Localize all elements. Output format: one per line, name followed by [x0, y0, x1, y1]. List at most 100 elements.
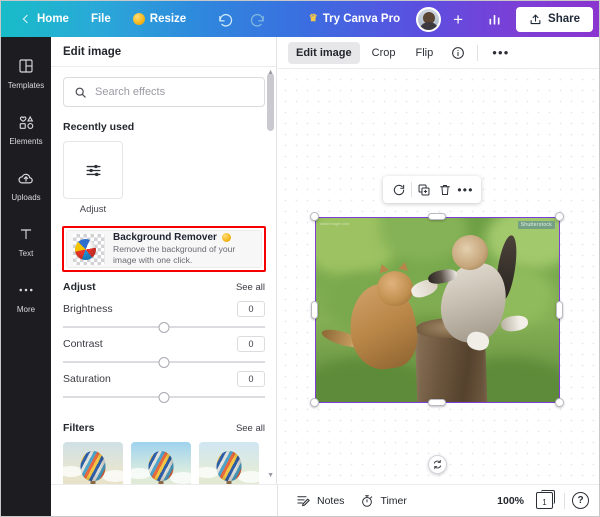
redo-button[interactable] — [247, 9, 267, 29]
slider-contrast-track[interactable] — [63, 355, 265, 369]
try-canva-pro-button[interactable]: ♛ Try Canva Pro — [299, 7, 410, 31]
pages-icon[interactable]: 1 — [536, 490, 555, 509]
scroll-down-arrow-icon[interactable]: ▼ — [267, 472, 274, 479]
scroll-up-arrow-icon[interactable]: ▲ — [267, 69, 274, 76]
panel-scrollbar[interactable] — [267, 73, 274, 131]
kitten-photo[interactable]: www.image.com Shutterstock — [316, 218, 559, 402]
sidebar-item-label: Templates — [7, 81, 45, 90]
sidebar-item-elements[interactable]: Elements — [1, 101, 51, 157]
duplicate-button[interactable] — [415, 183, 433, 197]
cloud-shape — [102, 470, 123, 482]
timer-clock-icon — [362, 494, 373, 507]
timer-button[interactable]: Timer — [352, 494, 414, 508]
design-stage[interactable]: ••• www.image.com Shutterstock — [278, 69, 599, 516]
search-effects-field[interactable]: Search effects — [63, 77, 265, 107]
left-rail: Templates Elements Uploads Text More — [1, 37, 51, 516]
slider-contrast-label: Contrast — [63, 338, 103, 350]
watermark: Shutterstock — [517, 221, 555, 229]
slider-saturation-track[interactable] — [63, 390, 265, 404]
canvas-area: Edit image Crop Flip ••• ••• www.image.c… — [278, 37, 599, 516]
redo-icon — [250, 13, 264, 27]
zoom-level[interactable]: 100% — [485, 495, 536, 507]
slider-contrast[interactable]: Contrast 0 — [63, 336, 265, 369]
page-number: 1 — [542, 498, 547, 507]
sidebar-item-more[interactable]: More — [1, 269, 51, 325]
header-left-group: Home File Resize — [13, 8, 267, 30]
account-group: + — [410, 6, 477, 32]
rotate-refresh-button[interactable] — [390, 183, 408, 197]
slider-saturation-knob[interactable] — [158, 392, 170, 403]
slider-brightness-value[interactable]: 0 — [237, 301, 265, 317]
sidebar-item-uploads[interactable]: Uploads — [1, 157, 51, 213]
avatar[interactable] — [416, 6, 442, 32]
add-member-button[interactable]: + — [447, 11, 469, 28]
slider-brightness-knob[interactable] — [158, 322, 170, 333]
object-more-button[interactable]: ••• — [457, 184, 475, 196]
rotate-handle[interactable] — [428, 455, 447, 474]
info-button[interactable] — [445, 43, 471, 63]
delete-button[interactable] — [436, 183, 454, 197]
canva-editor-window: Home File Resize ♛ Try Canva Pro + Share… — [0, 0, 600, 517]
slider-brightness-track[interactable] — [63, 320, 265, 334]
help-button[interactable]: ? — [572, 492, 589, 509]
kitten-left-head — [376, 271, 414, 307]
templates-icon — [18, 56, 34, 76]
bottom-bar-right: 100% 1 ? — [485, 490, 589, 509]
resize-handle-bottom-right[interactable] — [555, 398, 564, 407]
rotate-handle-icon — [433, 459, 442, 470]
object-toolbar: ••• — [383, 176, 481, 203]
toolbar-divider — [410, 182, 412, 197]
kitten-right-ear — [474, 224, 484, 226]
bottom-status-bar: Notes Timer 100% 1 ? — [278, 484, 599, 516]
tab-crop[interactable]: Crop — [364, 42, 404, 64]
resize-handle-top-right[interactable] — [555, 212, 564, 221]
duplicate-icon — [418, 184, 429, 195]
info-circle-icon — [452, 46, 465, 59]
header-right-group: ♛ Try Canva Pro + Share — [299, 6, 593, 32]
rotate-refresh-icon — [393, 184, 404, 195]
adjust-see-all[interactable]: See all — [236, 282, 265, 293]
context-more-button[interactable]: ••• — [484, 46, 517, 59]
resize-handle-top-center[interactable] — [428, 213, 446, 220]
timer-label: Timer — [380, 494, 407, 507]
file-menu-button[interactable]: File — [80, 8, 122, 30]
context-toolbar: Edit image Crop Flip ••• — [278, 37, 599, 69]
sidebar-item-templates[interactable]: Templates — [1, 45, 51, 101]
recently-used-adjust-tile[interactable] — [63, 141, 123, 199]
resize-handle-right-center[interactable] — [556, 301, 563, 319]
undo-button[interactable] — [215, 9, 235, 29]
resize-handle-bottom-center[interactable] — [428, 399, 446, 406]
slider-saturation-value[interactable]: 0 — [237, 371, 265, 387]
sidebar-item-text[interactable]: Text — [1, 213, 51, 269]
slider-saturation[interactable]: Saturation 0 — [63, 371, 265, 404]
background-remover-card[interactable]: Background Remover Remove the background… — [66, 230, 262, 268]
sliders-icon — [85, 164, 101, 176]
home-label: Home — [37, 13, 69, 25]
resize-handle-left-center[interactable] — [311, 301, 318, 319]
stats-button[interactable] — [477, 12, 512, 27]
text-t-icon — [18, 224, 34, 244]
slider-brightness[interactable]: Brightness 0 — [63, 301, 265, 334]
background-remover-texts: Background Remover Remove the background… — [113, 232, 255, 266]
tab-edit-image[interactable]: Edit image — [288, 41, 360, 64]
tab-flip[interactable]: Flip — [407, 42, 441, 64]
home-button[interactable]: Home — [13, 8, 80, 30]
panel-title: Edit image — [51, 37, 276, 67]
slider-contrast-value[interactable]: 0 — [237, 336, 265, 352]
slider-contrast-top: Contrast 0 — [63, 336, 265, 352]
slider-contrast-knob[interactable] — [158, 357, 170, 368]
resize-button[interactable]: Resize — [122, 8, 197, 30]
share-button[interactable]: Share — [516, 6, 593, 32]
notes-button[interactable]: Notes — [288, 493, 352, 508]
trash-icon — [439, 184, 450, 195]
slider-saturation-top: Saturation 0 — [63, 371, 265, 387]
resize-handle-top-left[interactable] — [310, 212, 319, 221]
chevron-left-icon — [22, 14, 32, 24]
filters-see-all[interactable]: See all — [236, 423, 265, 434]
notes-label: Notes — [317, 494, 345, 507]
selected-image-frame[interactable]: www.image.com Shutterstock — [315, 217, 560, 403]
resize-handle-bottom-left[interactable] — [310, 398, 319, 407]
background-remover-title: Background Remover — [113, 232, 217, 243]
balloon-shape — [216, 451, 242, 481]
cloud-shape — [170, 472, 191, 484]
